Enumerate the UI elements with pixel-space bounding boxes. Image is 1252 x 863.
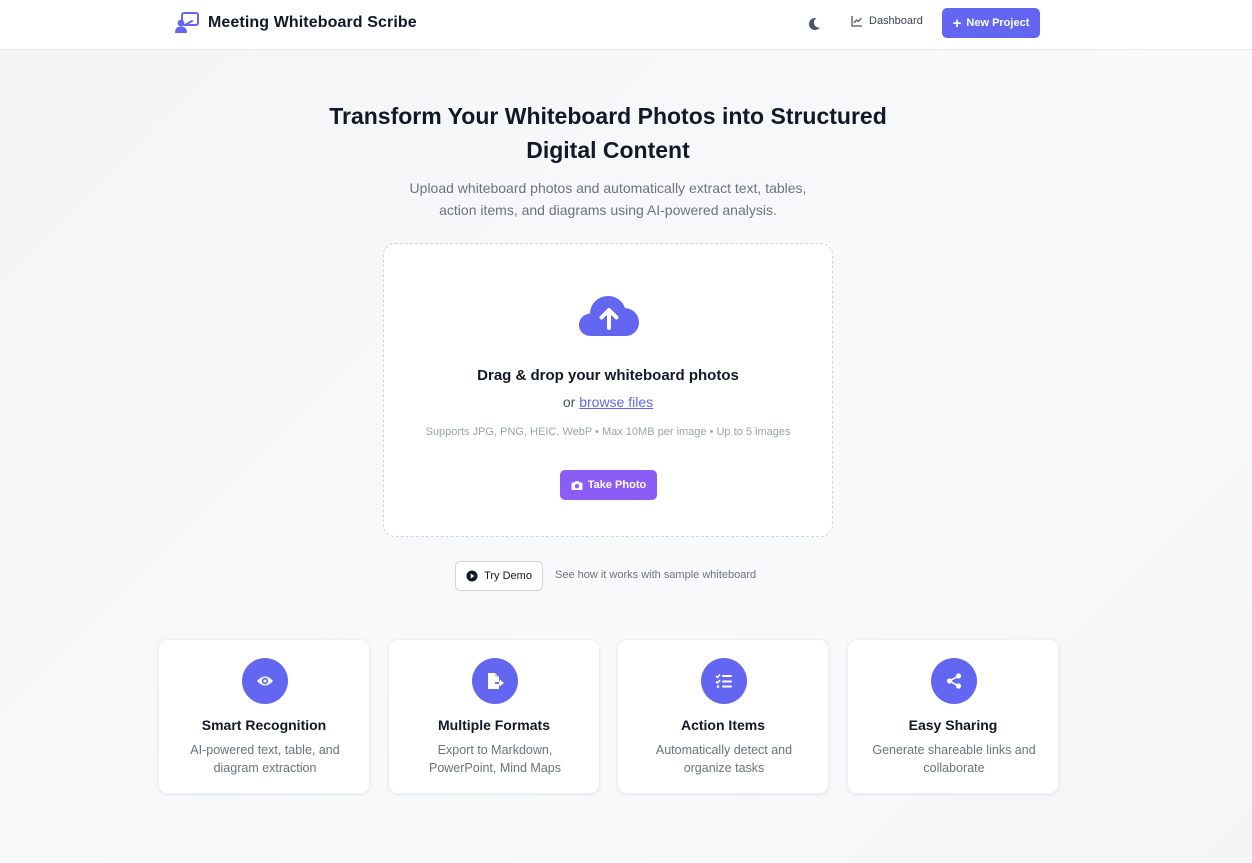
take-photo-button[interactable]: Take Photo	[560, 470, 657, 500]
try-demo-label: Try Demo	[484, 570, 532, 582]
feature-card-action-items: Action Items Automatically detect and or…	[617, 639, 829, 794]
new-project-button[interactable]: + New Project	[942, 8, 1040, 38]
upload-dropzone[interactable]: Drag & drop your whiteboard photos or br…	[383, 243, 833, 537]
page-subtitle: Upload whiteboard photos and automatical…	[380, 177, 836, 221]
feature-desc-line-1: Export to Markdown,	[437, 743, 553, 757]
dashboard-link[interactable]: Dashboard	[851, 15, 923, 27]
dropzone-title: Drag & drop your whiteboard photos	[477, 367, 739, 384]
feature-desc: Export to Markdown, PowerPoint, Mind Map…	[409, 741, 581, 777]
take-photo-label: Take Photo	[587, 479, 647, 491]
page-title: Transform Your Whiteboard Photos into St…	[300, 99, 916, 167]
brand[interactable]: Meeting Whiteboard Scribe	[175, 12, 417, 34]
new-project-label: New Project	[966, 17, 1030, 29]
top-header: Meeting Whiteboard Scribe Dashboard + Ne…	[0, 0, 1252, 50]
dashboard-label: Dashboard	[869, 15, 923, 27]
feature-desc: Generate shareable links and collaborate	[868, 741, 1040, 777]
feature-card-multiple-formats: Multiple Formats Export to Markdown, Pow…	[388, 639, 600, 794]
supported-formats-text: Supports JPG, PNG, HEIC, WebP • Max 10MB…	[425, 426, 791, 438]
browse-line: or browse files	[384, 394, 832, 410]
feature-desc: AI-powered text, table, and diagram extr…	[179, 741, 351, 777]
feature-desc-line-1: AI-powered text, table, and	[190, 743, 340, 757]
feature-desc-line-1: Generate shareable links and	[872, 743, 1036, 757]
share-icon	[931, 658, 977, 704]
file-export-icon	[472, 658, 518, 704]
feature-desc-line-1: Automatically detect and	[655, 743, 793, 757]
feature-desc: Automatically detect and organize tasks	[638, 741, 810, 777]
plus-icon: +	[952, 14, 962, 32]
feature-desc-line-2: organize tasks	[683, 761, 765, 775]
page-subtitle-line-1: Upload whiteboard photos and automatical…	[409, 180, 807, 196]
moon-icon[interactable]	[805, 15, 823, 33]
feature-card-easy-sharing: Easy Sharing Generate shareable links an…	[847, 639, 1059, 794]
or-text: or	[562, 394, 580, 410]
page-subtitle-line-2: action items, and diagrams using AI-powe…	[439, 202, 777, 218]
feature-desc-line-2: PowerPoint, Mind Maps	[428, 761, 561, 775]
browse-files-link[interactable]: browse files	[579, 394, 653, 410]
presentation-icon	[175, 12, 199, 33]
feature-title: Smart Recognition	[201, 717, 327, 733]
try-demo-button[interactable]: Try Demo	[455, 561, 543, 591]
eye-icon	[242, 658, 288, 704]
page-title-line-2: Digital Content	[526, 137, 690, 163]
camera-icon	[571, 480, 583, 490]
feature-desc-line-2: collaborate	[923, 761, 985, 775]
play-circle-icon	[466, 570, 478, 582]
feature-card-smart-recognition: Smart Recognition AI-powered text, table…	[158, 639, 370, 794]
demo-hint: See how it works with sample whiteboard	[555, 569, 757, 581]
feature-title: Easy Sharing	[908, 717, 998, 733]
task-list-icon	[701, 658, 747, 704]
feature-title: Action Items	[680, 717, 765, 733]
feature-title: Multiple Formats	[437, 717, 550, 733]
chart-line-icon	[851, 16, 862, 27]
cloud-upload-icon	[579, 296, 639, 336]
page-title-line-1: Transform Your Whiteboard Photos into St…	[329, 103, 887, 129]
feature-desc-line-2: diagram extraction	[213, 761, 317, 775]
app-title: Meeting Whiteboard Scribe	[208, 14, 417, 31]
